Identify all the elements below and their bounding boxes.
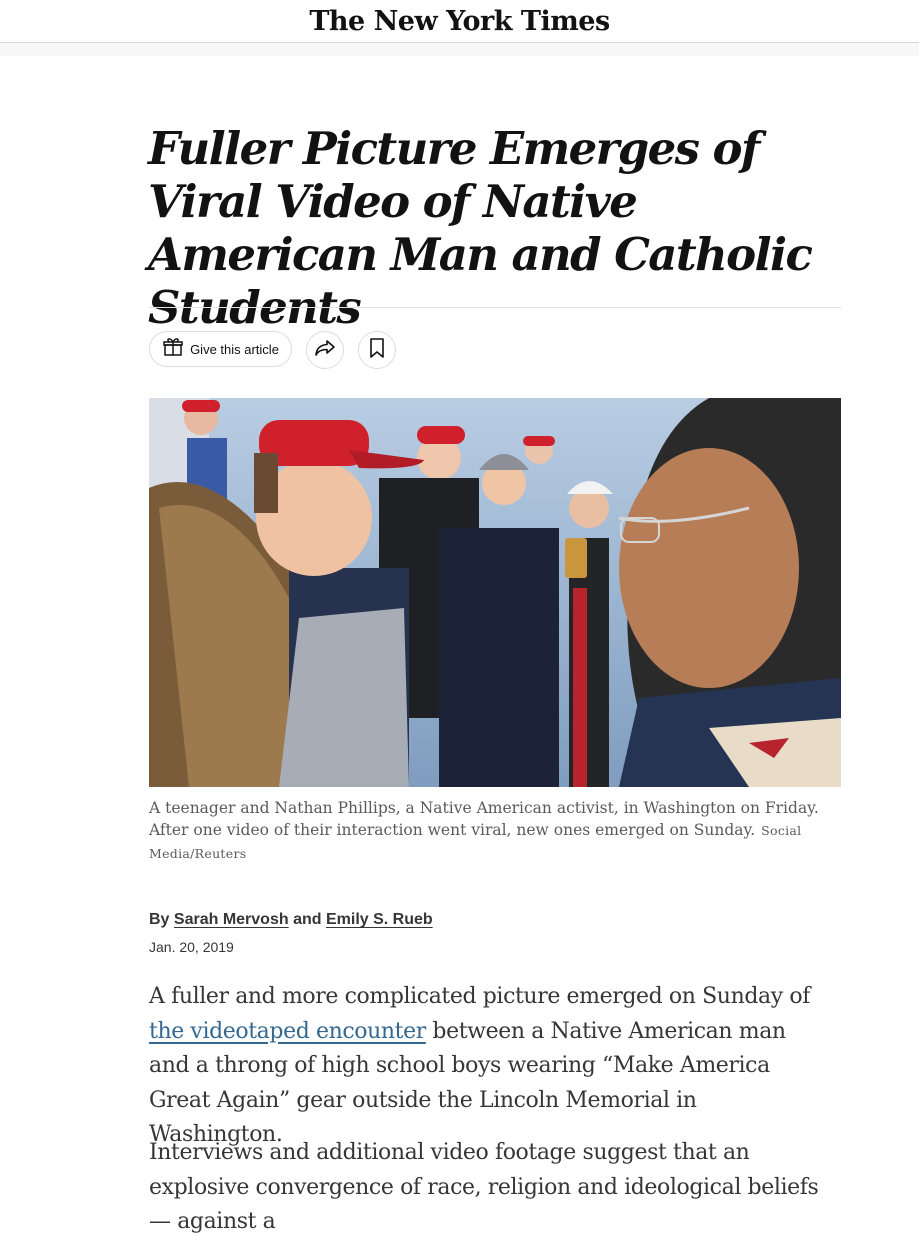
author-link-emily-rueb[interactable]: Emily S. Rueb	[326, 911, 433, 928]
author-link-sarah-mervosh[interactable]: Sarah Mervosh	[174, 911, 289, 928]
publish-date: Jan. 20, 2019	[149, 939, 234, 955]
share-toolbar: Give this article	[149, 331, 396, 369]
share-button[interactable]	[306, 331, 344, 369]
videotaped-encounter-link[interactable]: the videotaped encounter	[149, 1019, 426, 1044]
article-headline: Fuller Picture Emerges of Viral Video of…	[148, 122, 813, 334]
byline-conjunction: and	[293, 911, 322, 928]
share-arrow-icon	[314, 339, 336, 361]
headline-divider	[149, 307, 841, 308]
header-divider-band	[0, 43, 919, 56]
masthead: The New York Times	[0, 0, 919, 43]
photo-caption-text: A teenager and Nathan Phillips, a Native…	[149, 799, 819, 839]
lead-photo	[149, 398, 841, 787]
gift-icon	[162, 336, 184, 362]
photo-caption: A teenager and Nathan Phillips, a Native…	[149, 797, 829, 865]
nyt-logo[interactable]: The New York Times	[309, 6, 610, 37]
bookmark-icon	[369, 338, 385, 362]
lead-photo-illustration	[149, 398, 841, 787]
paragraph-1-lead: A fuller and more complicated picture em…	[149, 984, 810, 1009]
byline: By Sarah Mervosh and Emily S. Rueb	[149, 911, 433, 929]
give-article-button[interactable]: Give this article	[149, 331, 292, 367]
give-article-label: Give this article	[190, 341, 279, 357]
save-bookmark-button[interactable]	[358, 331, 396, 369]
byline-prefix: By	[149, 911, 170, 928]
article-paragraph-2: Interviews and additional video footage …	[149, 1140, 819, 1234]
article-paragraph-1: A fuller and more complicated picture em…	[149, 980, 824, 1153]
